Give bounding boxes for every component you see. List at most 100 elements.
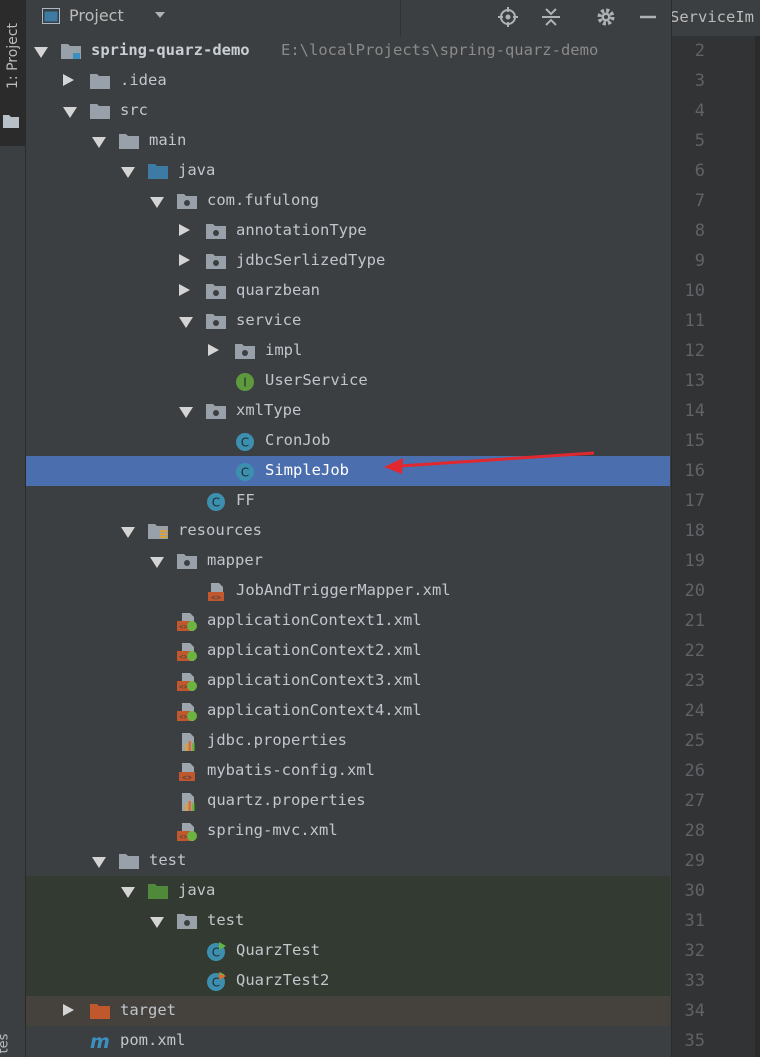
tree-row[interactable]: <> applicationContext4.xml: [26, 696, 670, 726]
tree-row[interactable]: main: [26, 126, 670, 156]
chevron-right-icon[interactable]: [179, 254, 190, 266]
tree-item-label: UserService: [265, 371, 368, 389]
tree-row[interactable]: <> applicationContext3.xml: [26, 666, 670, 696]
spring-xml-icon: <>: [177, 672, 197, 691]
tree-item-label: test: [207, 911, 245, 929]
tree-row[interactable]: <> JobAndTriggerMapper.xml: [26, 576, 670, 606]
svg-text:C: C: [212, 946, 220, 960]
tree-row[interactable]: m pom.xml: [26, 1026, 670, 1056]
tree-row[interactable]: C FF: [26, 486, 670, 516]
tree-row[interactable]: com.fufulong: [26, 186, 670, 216]
line-number: 3: [694, 71, 705, 91]
chevron-down-icon[interactable]: [121, 887, 135, 898]
chevron-right-icon[interactable]: [208, 344, 219, 356]
chevron-down-icon[interactable]: [179, 317, 193, 328]
chevron-down-icon[interactable]: [150, 557, 164, 568]
tree-row[interactable]: jdbcSerlizedType: [26, 246, 670, 276]
line-number: 35: [684, 1031, 705, 1051]
tree-row-selected[interactable]: C SimpleJob: [26, 456, 670, 486]
collapse-all-icon[interactable]: [540, 6, 562, 28]
chevron-right-icon[interactable]: [179, 224, 190, 236]
tree-item-label: QuarzTest2: [236, 971, 330, 989]
tree-row[interactable]: I UserService: [26, 366, 670, 396]
line-number: 17: [684, 491, 705, 511]
class-icon: C: [235, 462, 255, 481]
test-class-warn-icon: C: [206, 972, 226, 991]
folder-icon: [90, 102, 110, 120]
tree-row[interactable]: quarzbean: [26, 276, 670, 306]
tree-row[interactable]: C CronJob: [26, 426, 670, 456]
locate-icon[interactable]: [497, 6, 519, 28]
svg-text:<>: <>: [179, 833, 187, 841]
tree-row[interactable]: mapper: [26, 546, 670, 576]
minimize-icon[interactable]: [637, 6, 659, 28]
package-icon: [206, 402, 226, 420]
gear-icon[interactable]: [595, 6, 617, 28]
chevron-right-icon[interactable]: [63, 74, 74, 86]
tree-row[interactable]: C QuarzTest2: [26, 966, 670, 996]
line-number: 11: [684, 311, 705, 331]
tree-row[interactable]: spring-quarz-demo E:\localProjects\spring…: [26, 36, 670, 66]
panel-title[interactable]: Project: [69, 6, 124, 25]
chevron-down-icon[interactable]: [154, 11, 166, 19]
tree-item-label: FF: [236, 491, 255, 509]
tree-item-label: spring-quarz-demo: [91, 41, 250, 59]
tree-item-label: resources: [178, 521, 262, 539]
line-number: 32: [684, 941, 705, 961]
tree-row[interactable]: java: [26, 876, 670, 906]
tree-row[interactable]: test: [26, 906, 670, 936]
svg-text:<>: <>: [179, 623, 187, 631]
tree-item-label: applicationContext4.xml: [207, 701, 422, 719]
tree-row[interactable]: C QuarzTest: [26, 936, 670, 966]
properties-file-icon: [177, 792, 197, 811]
line-number: 19: [684, 551, 705, 571]
tree-item-label: CronJob: [265, 431, 331, 449]
tree-item-label: java: [178, 161, 216, 179]
chevron-down-icon[interactable]: [150, 197, 164, 208]
tree-row[interactable]: <> mybatis-config.xml: [26, 756, 670, 786]
svg-text:<>: <>: [182, 773, 192, 782]
editor-tab[interactable]: ServiceIm: [671, 0, 760, 37]
tree-row[interactable]: impl: [26, 336, 670, 366]
chevron-down-icon[interactable]: [179, 407, 193, 418]
tree-row[interactable]: <> spring-mvc.xml: [26, 816, 670, 846]
chevron-down-icon[interactable]: [63, 107, 77, 118]
package-icon: [206, 282, 226, 300]
tree-row[interactable]: jdbc.properties: [26, 726, 670, 756]
project-tool-tab[interactable]: 1: Project: [0, 0, 25, 146]
chevron-down-icon[interactable]: [150, 917, 164, 928]
tool-window-stripe: 1: Project tes: [0, 0, 26, 1057]
tree-row[interactable]: <> applicationContext2.xml: [26, 636, 670, 666]
editor-code-area[interactable]: [755, 36, 760, 1057]
chevron-right-icon[interactable]: [179, 284, 190, 296]
spring-xml-icon: <>: [177, 642, 197, 661]
tree-item-label: service: [236, 311, 302, 329]
tree-row[interactable]: resources: [26, 516, 670, 546]
properties-file-icon: [177, 732, 197, 751]
chevron-right-icon[interactable]: [63, 1004, 74, 1016]
tree-row[interactable]: xmlType: [26, 396, 670, 426]
line-number: 29: [684, 851, 705, 871]
chevron-down-icon[interactable]: [121, 527, 135, 538]
class-icon: C: [235, 432, 255, 451]
line-number: 14: [684, 401, 705, 421]
stripe-bottom-label[interactable]: tes: [0, 1034, 11, 1054]
tree-row[interactable]: service: [26, 306, 670, 336]
tree-row[interactable]: test: [26, 846, 670, 876]
chevron-down-icon[interactable]: [92, 857, 106, 868]
tree-row[interactable]: java: [26, 156, 670, 186]
resources-folder-icon: [148, 522, 168, 540]
tree-row[interactable]: target: [26, 996, 670, 1026]
tree-item-label: applicationContext3.xml: [207, 671, 422, 689]
tree-row[interactable]: src: [26, 96, 670, 126]
tree-item-label: src: [120, 101, 148, 119]
line-number: 28: [684, 821, 705, 841]
tree-row[interactable]: <> applicationContext1.xml: [26, 606, 670, 636]
chevron-down-icon[interactable]: [34, 47, 48, 58]
tree-row[interactable]: annotationType: [26, 216, 670, 246]
chevron-down-icon[interactable]: [92, 137, 106, 148]
tree-row[interactable]: .idea: [26, 66, 670, 96]
tree-row[interactable]: quartz.properties: [26, 786, 670, 816]
test-class-icon: C: [206, 942, 226, 961]
chevron-down-icon[interactable]: [121, 167, 135, 178]
